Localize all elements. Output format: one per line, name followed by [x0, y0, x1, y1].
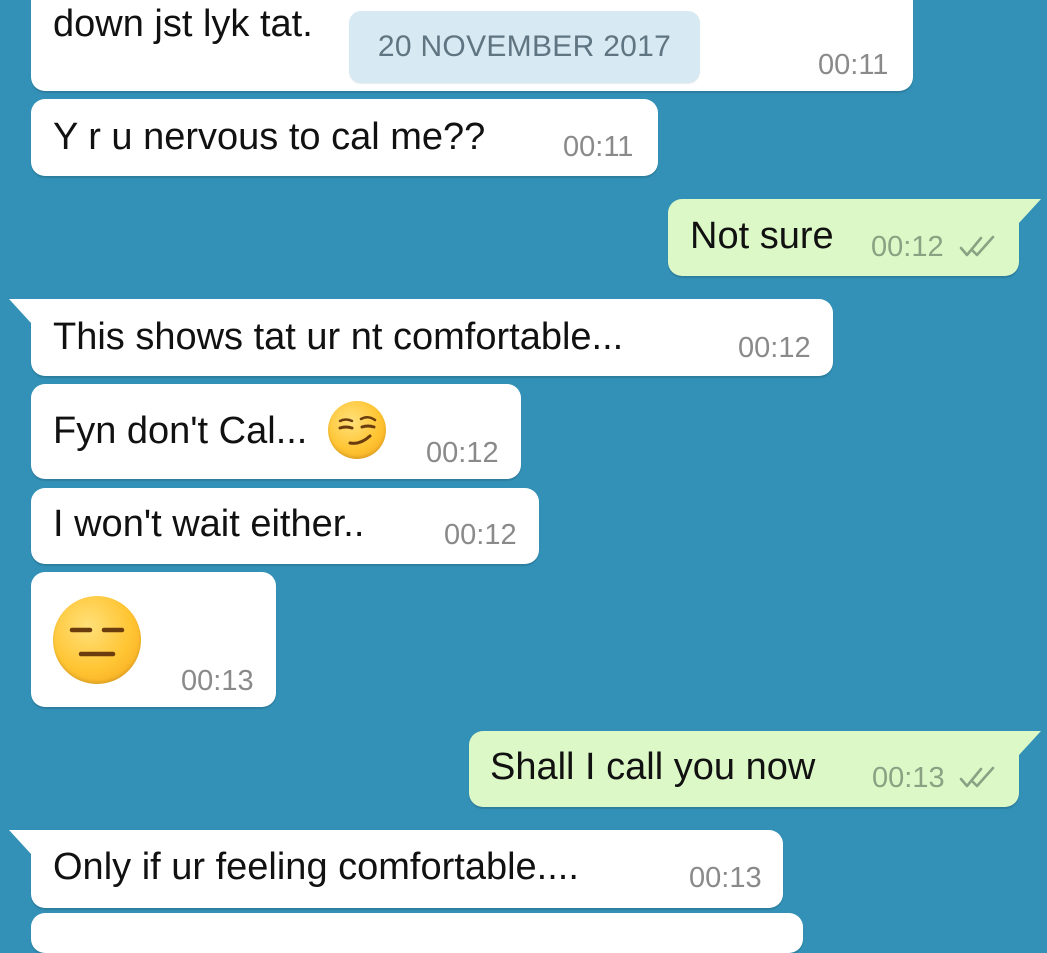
message-time: 00:11 — [563, 131, 634, 163]
bubble-tail — [1019, 199, 1041, 223]
message-time: 00:11 — [818, 49, 889, 81]
message-time: 00:13 — [689, 862, 762, 894]
expressionless-face-emoji — [53, 596, 141, 684]
message-bubble-incoming[interactable] — [31, 913, 803, 953]
double-check-icon — [959, 766, 995, 788]
message-time: 00:12 — [738, 332, 811, 364]
message-text: Y r u nervous to cal me?? — [53, 116, 486, 158]
message-bubble-incoming[interactable]: Only if ur feeling comfortable.... 00:13 — [9, 830, 783, 908]
message-text: down jst lyk tat. — [53, 3, 313, 45]
message-time: 00:12 — [871, 231, 944, 263]
message-text: Fyn don't Cal... — [53, 410, 308, 452]
smirking-face-emoji — [328, 401, 386, 459]
message-bubble-incoming[interactable]: I won't wait either.. 00:12 — [31, 488, 539, 564]
chat-conversation: down jst lyk tat. 00:11 20 NOVEMBER 2017… — [0, 0, 1047, 953]
message-time: 00:13 — [181, 665, 254, 697]
message-bubble-incoming[interactable]: This shows tat ur nt comfortable... 00:1… — [9, 299, 833, 376]
message-text: Only if ur feeling comfortable.... — [53, 846, 579, 888]
message-time: 00:12 — [426, 437, 499, 469]
message-text: Shall I call you now — [490, 746, 816, 788]
date-divider-chip: 20 NOVEMBER 2017 — [349, 11, 700, 83]
double-check-icon — [959, 235, 995, 257]
message-bubble-outgoing[interactable]: Shall I call you now 00:13 — [469, 731, 1041, 807]
message-text: I won't wait either.. — [53, 503, 365, 545]
message-bubble-incoming[interactable]: Fyn don't Cal... 00:12 — [31, 384, 521, 479]
message-bubble-incoming[interactable]: 00:13 — [31, 572, 276, 707]
message-time: 00:13 — [872, 762, 945, 794]
message-text: This shows tat ur nt comfortable... — [53, 316, 624, 358]
bubble-tail — [9, 830, 31, 854]
bubble-tail — [9, 299, 31, 323]
message-bubble-incoming[interactable]: Y r u nervous to cal me?? 00:11 — [31, 99, 658, 176]
message-bubble-outgoing[interactable]: Not sure 00:12 — [668, 199, 1041, 276]
message-time: 00:12 — [444, 519, 517, 551]
message-text: Not sure — [690, 215, 834, 257]
bubble-tail — [1019, 731, 1041, 755]
